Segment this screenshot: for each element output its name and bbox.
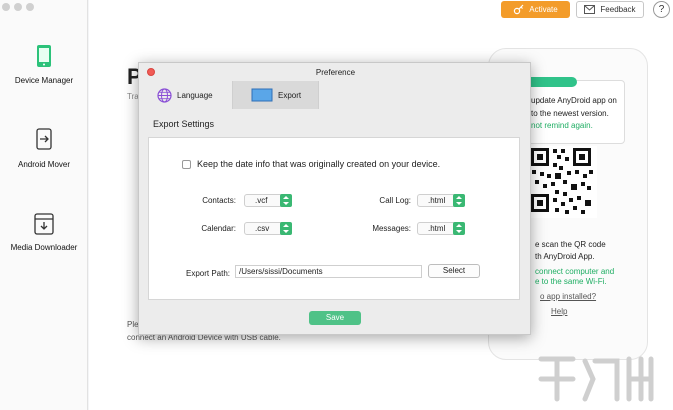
- stepper-icon[interactable]: [453, 194, 465, 207]
- activate-label: Activate: [529, 5, 558, 14]
- key-icon: [514, 4, 524, 15]
- keep-date-label: Keep the date info that was originally c…: [197, 159, 441, 169]
- window-zoom-dot[interactable]: [26, 3, 34, 11]
- globe-icon: [157, 87, 172, 103]
- keep-date-checkbox[interactable]: [182, 160, 191, 169]
- update-text-2: to the newest version.: [531, 109, 609, 118]
- feedback-label: Feedback: [600, 5, 636, 14]
- contacts-label: Contacts:: [202, 196, 236, 205]
- sidebar: Device Manager Android Mover Media Downl…: [0, 0, 88, 410]
- messages-select[interactable]: .html: [417, 222, 465, 235]
- stepper-icon[interactable]: [280, 222, 292, 235]
- dialog-title: Preference: [315, 68, 356, 77]
- window-minimize-dot[interactable]: [14, 3, 22, 11]
- help-button[interactable]: ?: [653, 1, 670, 18]
- connect-hint: Ple: [127, 320, 139, 329]
- scan-text-2: th AnyDroid App.: [535, 252, 595, 261]
- download-icon: [34, 213, 54, 235]
- sidebar-item-label: Media Downloader: [10, 243, 78, 252]
- call-log-label: Call Log:: [379, 196, 411, 205]
- save-button[interactable]: Save: [309, 311, 361, 325]
- messages-value: .html: [428, 224, 446, 233]
- calendar-select[interactable]: .csv: [244, 222, 292, 235]
- select-path-button[interactable]: Select: [428, 264, 480, 278]
- no-app-link[interactable]: o app installed?: [540, 292, 596, 301]
- monitor-icon: [251, 88, 273, 102]
- export-path-label: Export Path:: [186, 269, 231, 278]
- section-title: Export Settings: [153, 119, 215, 129]
- call-log-value: .html: [428, 196, 446, 205]
- tab-label: Language: [177, 90, 213, 100]
- stepper-icon[interactable]: [280, 194, 292, 207]
- calendar-label: Calendar:: [201, 224, 236, 233]
- preference-dialog: Preference Language Export Export Settin…: [138, 62, 531, 335]
- watermark-logo: [538, 356, 654, 402]
- tab-export[interactable]: Export: [232, 81, 319, 109]
- update-text-1: update AnyDroid app on: [531, 96, 617, 105]
- tab-language[interactable]: Language: [139, 81, 232, 109]
- contacts-select[interactable]: .vcf: [244, 194, 292, 207]
- export-settings-panel: Keep the date info that was originally c…: [148, 137, 520, 300]
- connect-text-2: e to the same Wi-Fi.: [535, 277, 607, 286]
- window-close-dot[interactable]: [2, 3, 10, 11]
- export-path-field[interactable]: /Users/sissi/Documents: [235, 265, 422, 278]
- activate-button[interactable]: Activate: [501, 1, 570, 18]
- sidebar-item-media-downloader[interactable]: Media Downloader: [0, 213, 88, 252]
- sidebar-item-label: Device Manager: [14, 76, 74, 85]
- call-log-select[interactable]: .html: [417, 194, 465, 207]
- page-subtitle: Tra: [127, 92, 139, 101]
- sidebar-item-label: Android Mover: [17, 160, 71, 169]
- no-remind-link[interactable]: not remind again.: [531, 121, 593, 130]
- calendar-value: .csv: [255, 224, 270, 233]
- scan-text-1: e scan the QR code: [535, 240, 606, 249]
- mail-icon: [584, 5, 596, 14]
- transfer-icon: [36, 128, 52, 150]
- update-toggle[interactable]: [525, 77, 577, 87]
- sidebar-item-android-mover[interactable]: Android Mover: [0, 128, 88, 169]
- feedback-button[interactable]: Feedback: [576, 1, 644, 18]
- sidebar-item-device-manager[interactable]: Device Manager: [0, 44, 88, 85]
- stepper-icon[interactable]: [453, 222, 465, 235]
- connect-text-1: connect computer and: [535, 267, 615, 276]
- contacts-value: .vcf: [255, 196, 268, 205]
- tab-label: Export: [278, 90, 302, 100]
- qr-code: [529, 146, 597, 218]
- messages-label: Messages:: [372, 224, 411, 233]
- phone-icon: [37, 45, 51, 67]
- help-link[interactable]: Help: [551, 307, 567, 316]
